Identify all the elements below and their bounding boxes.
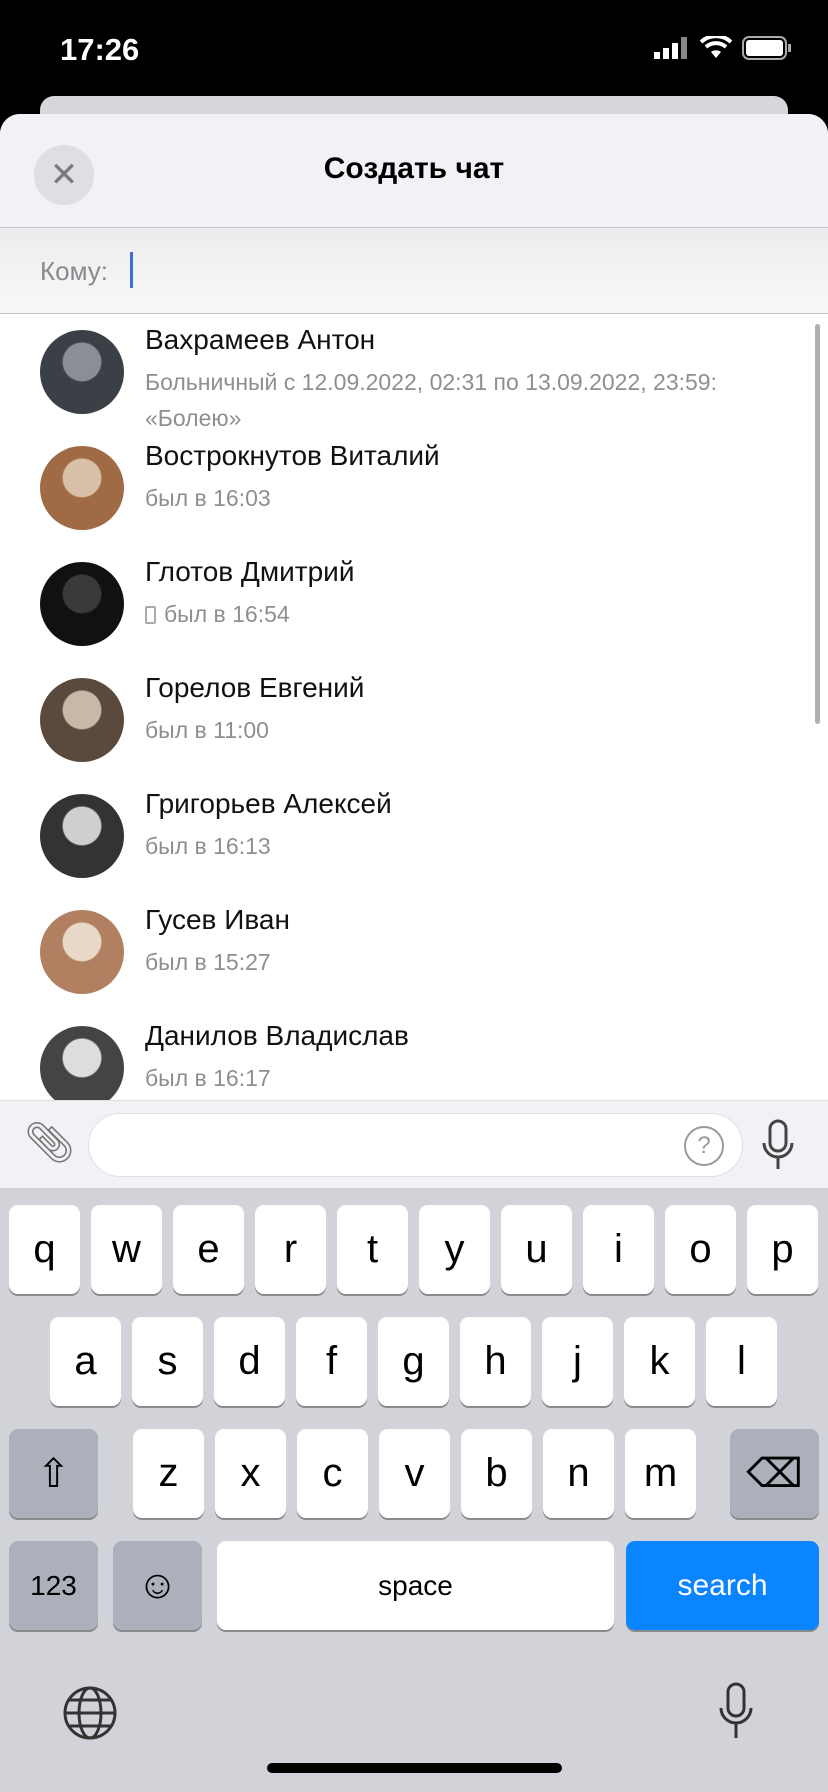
key-g[interactable]: g	[378, 1317, 449, 1406]
key-n[interactable]: n	[543, 1429, 614, 1518]
key-e[interactable]: e	[173, 1205, 244, 1294]
contact-row[interactable]: Глотов Дмитрий был в 16:54	[0, 546, 828, 662]
contact-status: Больничный с 12.09.2022, 02:31 по 13.09.…	[145, 364, 815, 436]
status-bar: 17:26	[0, 0, 828, 97]
microphone-icon[interactable]	[758, 1117, 798, 1173]
signal-icon	[654, 37, 687, 59]
contact-row[interactable]: Горелов Евгений был в 11:00	[0, 662, 828, 778]
status-text: был в 11:00	[145, 717, 269, 743]
key-u[interactable]: u	[501, 1205, 572, 1294]
header: ✕ Создать чат	[0, 114, 828, 228]
key-l[interactable]: l	[706, 1317, 777, 1406]
key-x[interactable]: x	[215, 1429, 286, 1518]
key-s[interactable]: s	[132, 1317, 203, 1406]
wifi-icon	[700, 36, 732, 58]
contact-status: был в 11:00	[145, 712, 815, 748]
avatar	[40, 330, 124, 414]
key-t[interactable]: t	[337, 1205, 408, 1294]
avatar	[40, 1026, 124, 1100]
status-text: был в 16:03	[145, 485, 271, 511]
key-v[interactable]: v	[379, 1429, 450, 1518]
avatar	[40, 910, 124, 994]
contact-row[interactable]: Вахрамеев Антон Больничный с 12.09.2022,…	[0, 314, 828, 431]
key-i[interactable]: i	[583, 1205, 654, 1294]
page-title: Создать чат	[323, 152, 505, 185]
status-text: был в 16:13	[145, 833, 271, 859]
help-icon[interactable]: ?	[684, 1126, 724, 1166]
text-cursor	[130, 252, 133, 288]
phone-icon	[145, 606, 156, 624]
contact-row[interactable]: Данилов Владислав был в 16:17	[0, 1010, 828, 1100]
message-input[interactable]: ?	[88, 1113, 743, 1177]
contact-row[interactable]: Григорьев Алексей был в 16:13	[0, 778, 828, 894]
battery-icon	[742, 36, 791, 60]
key-d[interactable]: d	[214, 1317, 285, 1406]
status-time: 17:26	[60, 32, 140, 67]
key-j[interactable]: j	[542, 1317, 613, 1406]
key-q[interactable]: q	[9, 1205, 80, 1294]
contact-name: Горелов Евгений	[145, 672, 365, 703]
key-c[interactable]: c	[297, 1429, 368, 1518]
contact-name: Григорьев Алексей	[145, 788, 392, 819]
key-p[interactable]: p	[747, 1205, 818, 1294]
key-m[interactable]: m	[625, 1429, 696, 1518]
key-r[interactable]: r	[255, 1205, 326, 1294]
recipient-label: Кому:	[40, 256, 108, 286]
contact-name: Вострокнутов Виталий	[145, 440, 440, 471]
contact-status: был в 16:17	[145, 1060, 815, 1096]
composer-bar: 📎︎ ?	[0, 1100, 828, 1188]
contact-row[interactable]: Гусев Иван был в 15:27	[0, 894, 828, 1010]
avatar	[40, 678, 124, 762]
recipient-field[interactable]: Кому:	[0, 228, 828, 314]
key-z[interactable]: z	[133, 1429, 204, 1518]
status-text: был в 15:27	[145, 949, 271, 975]
contact-status: был в 16:03	[145, 480, 815, 516]
key-k[interactable]: k	[624, 1317, 695, 1406]
key-b[interactable]: b	[461, 1429, 532, 1518]
globe-icon[interactable]	[62, 1685, 118, 1741]
key-a[interactable]: a	[50, 1317, 121, 1406]
key-h[interactable]: h	[460, 1317, 531, 1406]
contact-status: был в 16:13	[145, 828, 815, 864]
key-o[interactable]: o	[665, 1205, 736, 1294]
contact-name: Данилов Владислав	[145, 1020, 409, 1051]
delete-key[interactable]: ⌫	[730, 1429, 819, 1518]
emoji-key[interactable]: ☺	[113, 1541, 202, 1630]
status-text: был в 16:54	[164, 601, 290, 627]
contact-row[interactable]: Вострокнутов Виталий был в 16:03	[0, 430, 828, 546]
dictation-icon[interactable]	[716, 1680, 756, 1742]
contact-status: был в 16:54	[145, 596, 815, 632]
key-f[interactable]: f	[296, 1317, 367, 1406]
contact-list: Вахрамеев Антон Больничный с 12.09.2022,…	[0, 314, 828, 1100]
paperclip-icon[interactable]: 📎︎	[24, 1119, 75, 1166]
contact-status: был в 15:27	[145, 944, 815, 980]
key-w[interactable]: w	[91, 1205, 162, 1294]
avatar	[40, 446, 124, 530]
space-key[interactable]: space	[217, 1541, 614, 1630]
contact-name: Гусев Иван	[145, 904, 290, 935]
numbers-key[interactable]: 123	[9, 1541, 98, 1630]
shift-key[interactable]: ⇧	[9, 1429, 98, 1518]
avatar	[40, 794, 124, 878]
status-text: Больничный с 12.09.2022, 02:31 по 13.09.…	[145, 369, 717, 431]
avatar	[40, 562, 124, 646]
home-indicator	[267, 1763, 562, 1773]
contact-name: Вахрамеев Антон	[145, 324, 376, 355]
search-key[interactable]: search	[626, 1541, 819, 1630]
keyboard: q w e r t y u i o p a s d f g h j k l z x c v b n m ⇧ ⌫ 123 ☺ space sea…	[0, 1188, 828, 1792]
status-text: был в 16:17	[145, 1065, 271, 1091]
contact-name: Глотов Дмитрий	[145, 556, 355, 587]
key-y[interactable]: y	[419, 1205, 490, 1294]
